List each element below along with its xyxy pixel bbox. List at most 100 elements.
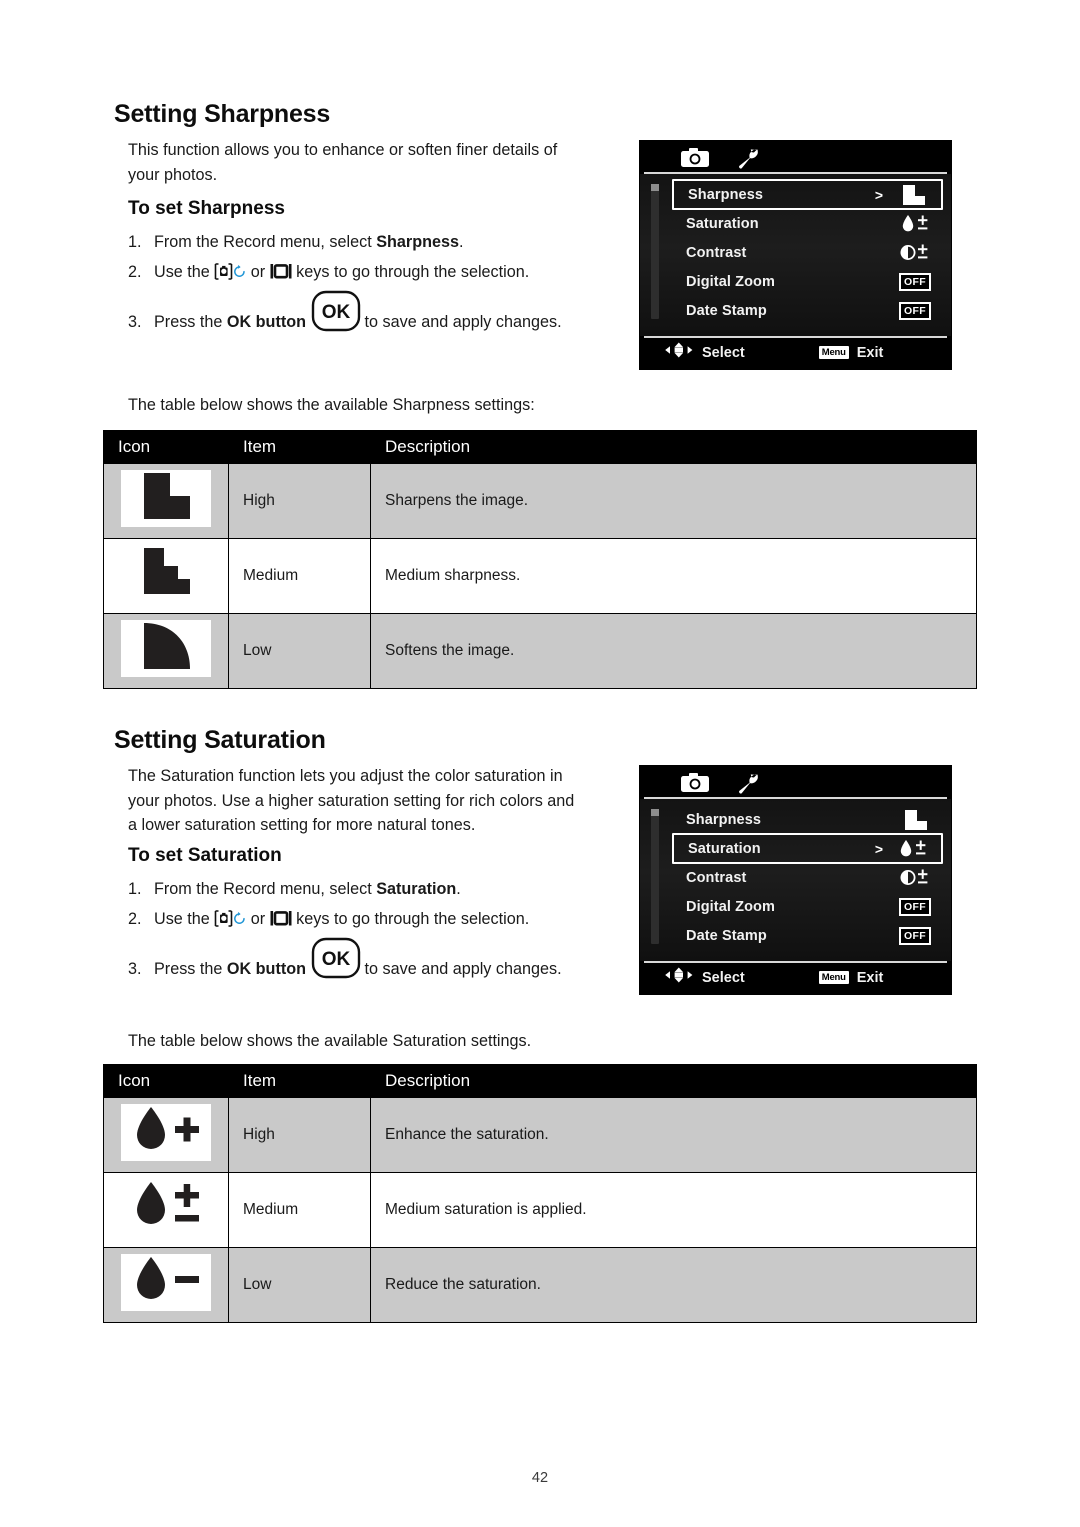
step-item: 2. Use the or keys to go through the sele…: [128, 907, 608, 931]
droplet-plusminus-icon: [891, 214, 939, 234]
camera-icon[interactable]: [680, 772, 710, 793]
sharpness-table-caption: The table below shows the available Shar…: [128, 396, 535, 414]
sharpness-step-icon: [891, 809, 939, 830]
menu-badge: Menu: [818, 346, 849, 359]
ok-button-text: OK: [322, 949, 351, 970]
lcd-menu-item-saturation[interactable]: Saturation >: [672, 833, 943, 864]
sharpness-medium-icon: [121, 545, 211, 602]
four-way-navigation-icon: [664, 966, 694, 989]
saturation-intro-text: The Saturation function lets you adjust …: [128, 767, 575, 834]
column-header-item: Item: [228, 430, 371, 464]
camera-lcd-sharpness-menu: Sharpness > Saturation Contrast Digital …: [639, 140, 952, 370]
ok-button-graphic[interactable]: OK: [311, 937, 361, 979]
lcd-menu-list: Sharpness Saturation > Contrast Digital …: [672, 805, 943, 950]
camera-icon[interactable]: [680, 147, 710, 168]
step-text-post: to save and apply changes.: [360, 313, 562, 331]
saturation-low-icon: [121, 1254, 211, 1311]
lcd-scrollbar-thumb[interactable]: [651, 184, 659, 191]
step-text-post: .: [456, 880, 461, 898]
step-number: 1.: [128, 880, 142, 898]
lcd-menu-body: Sharpness Saturation > Contrast Digital …: [640, 799, 951, 961]
lcd-menu-item-contrast[interactable]: Contrast: [672, 863, 943, 892]
step-item: 3. Press the OK button to save and apply …: [128, 310, 608, 334]
table-cell-description: Reduce the saturation.: [370, 1247, 977, 1323]
step-text-mid: or: [246, 910, 270, 928]
exit-label: Exit: [856, 969, 884, 986]
sharpness-low-icon: [121, 620, 211, 677]
lcd-menu-item-label: Date Stamp: [686, 302, 767, 319]
step-item: 1. From the Record menu, select Sharpness…: [128, 230, 608, 254]
step-number: 2.: [128, 910, 142, 928]
self-timer-icon: [233, 911, 246, 926]
saturation-low-icon-cell: [103, 1247, 229, 1323]
manual-page: Setting Sharpness This function allows y…: [0, 0, 1080, 1527]
table-header-row: Icon Item Description: [103, 430, 977, 464]
table-cell-description: Sharpens the image.: [370, 463, 977, 539]
subtitle-to-set-saturation: To set Saturation: [128, 845, 282, 866]
droplet-plusminus-icon: [889, 839, 937, 859]
lcd-menu-item-date-stamp[interactable]: Date Stamp OFF: [672, 296, 943, 325]
select-label: Select: [702, 344, 745, 361]
step-text-bold: Sharpness: [376, 233, 459, 251]
step-number: 1.: [128, 233, 142, 251]
lcd-menu-item-digital-zoom[interactable]: Digital Zoom OFF: [672, 267, 943, 296]
digital-zoom-value: OFF: [891, 272, 939, 291]
table-cell-description: Enhance the saturation.: [370, 1097, 977, 1173]
sharpness-steps-list: 1. From the Record menu, select Sharpness…: [128, 230, 608, 340]
column-header-icon: Icon: [103, 1064, 229, 1098]
step-number: 2.: [128, 263, 142, 281]
lcd-menu-item-label: Digital Zoom: [686, 898, 775, 915]
wrench-icon[interactable]: [736, 772, 760, 794]
sharpness-high-icon-cell: [103, 463, 229, 539]
step-text-bold: OK button: [226, 313, 307, 331]
table-cell-item: High: [228, 1097, 371, 1173]
table-cell-item: Low: [228, 1247, 371, 1323]
lcd-menu-body: Sharpness > Saturation Contrast Digital …: [640, 174, 951, 336]
lcd-menu-item-label: Saturation: [688, 840, 761, 857]
table-cell-description: Medium saturation is applied.: [370, 1172, 977, 1248]
sharpness-medium-icon-cell: [103, 538, 229, 614]
lcd-menu-item-saturation[interactable]: Saturation: [672, 209, 943, 238]
page-number: 42: [531, 1470, 549, 1486]
column-header-description: Description: [370, 1064, 977, 1098]
display-key-icon: [270, 910, 292, 927]
saturation-medium-icon-cell: [103, 1172, 229, 1248]
table-row: Medium Medium saturation is applied.: [103, 1172, 977, 1248]
lcd-menu-item-contrast[interactable]: Contrast: [672, 238, 943, 267]
lcd-scrollbar[interactable]: [651, 184, 659, 319]
step-text-post: keys to go through the selection.: [291, 910, 530, 928]
lcd-menu-item-sharpness[interactable]: Sharpness >: [672, 179, 943, 210]
macro-key-icon: [214, 263, 233, 280]
step-text-pre: Use the: [154, 263, 215, 281]
table-row: Medium Medium sharpness.: [103, 538, 977, 614]
contrast-plusminus-icon: [891, 868, 939, 888]
lcd-menu-item-date-stamp[interactable]: Date Stamp OFF: [672, 921, 943, 950]
step-text-pre: From the Record menu, select: [154, 233, 377, 251]
lcd-menu-list: Sharpness > Saturation Contrast Digital …: [672, 179, 943, 325]
chevron-right-icon: >: [874, 186, 884, 203]
step-text-post: .: [459, 233, 464, 251]
lcd-menu-item-digital-zoom[interactable]: Digital Zoom OFF: [672, 892, 943, 921]
lcd-menu-item-label: Contrast: [686, 244, 747, 261]
saturation-medium-icon: [121, 1179, 211, 1236]
lcd-menu-item-label: Sharpness: [686, 811, 762, 828]
display-key-icon: [270, 263, 292, 280]
table-cell-description: Softens the image.: [370, 613, 977, 689]
menu-badge: Menu: [818, 971, 849, 984]
lcd-menu-item-sharpness[interactable]: Sharpness: [672, 805, 943, 834]
lcd-menu-item-label: Contrast: [686, 869, 747, 886]
lcd-scrollbar-thumb[interactable]: [651, 809, 659, 816]
ok-button-graphic[interactable]: OK: [311, 290, 361, 332]
chevron-right-icon: >: [874, 840, 884, 857]
wrench-icon[interactable]: [736, 147, 760, 169]
column-header-icon: Icon: [103, 430, 229, 464]
lcd-scrollbar[interactable]: [651, 809, 659, 944]
table-header-row: Icon Item Description: [103, 1064, 977, 1098]
step-text-pre: From the Record menu, select: [154, 880, 377, 898]
table-row: High Enhance the saturation.: [103, 1097, 977, 1173]
step-text-pre: Use the: [154, 910, 215, 928]
off-badge: OFF: [899, 301, 931, 320]
step-item: 3. Press the OK button to save and apply …: [128, 957, 608, 981]
table-cell-item: Medium: [228, 538, 371, 614]
sharpness-step-icon: [889, 184, 937, 205]
